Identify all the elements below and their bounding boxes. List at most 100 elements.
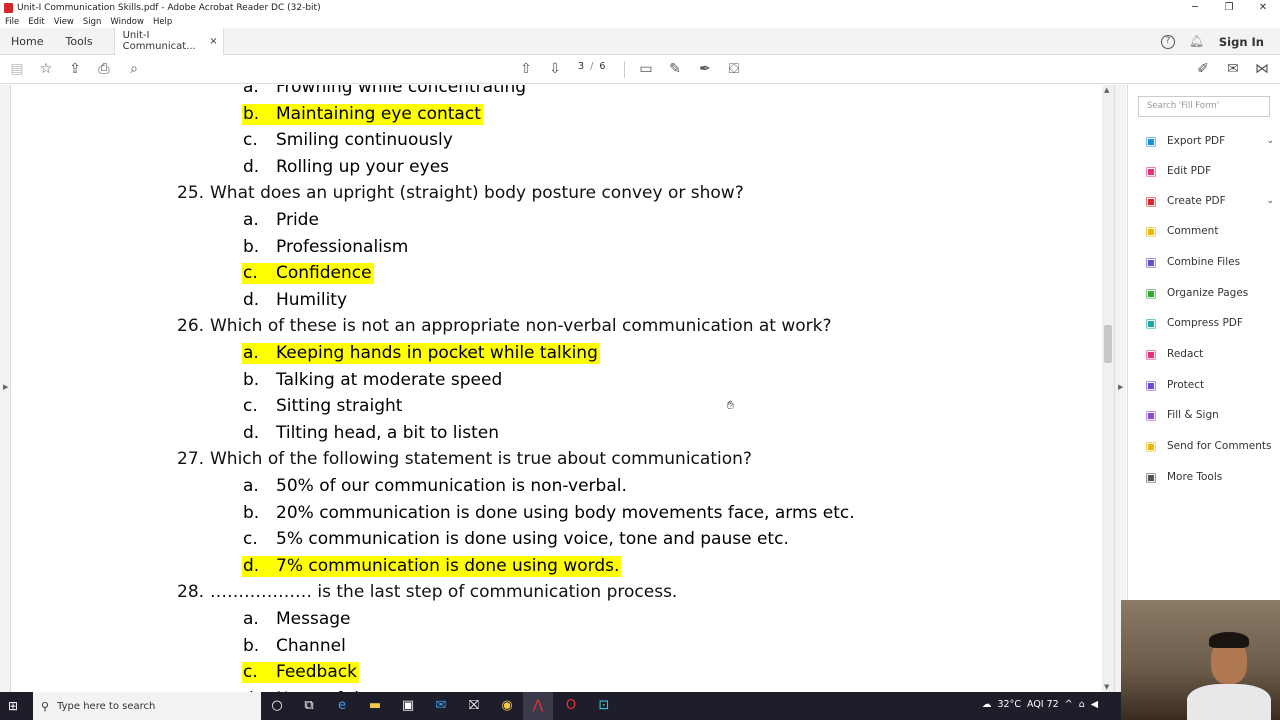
chevron-down-icon[interactable]: ⌄ (1266, 196, 1274, 206)
sign-in-button[interactable]: Sign In (1219, 35, 1264, 49)
comment-toolbar-icon[interactable]: ▭ (638, 61, 654, 77)
option-text-highlighted: Confidence (276, 263, 372, 284)
document-scrollbar[interactable]: ▲ ▼ (1102, 85, 1114, 692)
chevron-down-icon[interactable]: ⌄ (1266, 136, 1274, 146)
option-text: Smiling continuously (276, 130, 453, 151)
volume-icon[interactable]: ◀ (1091, 699, 1098, 710)
tool-fill-sign[interactable]: ▣ Fill & Sign (1144, 406, 1274, 424)
previous-page-icon[interactable]: ⇧ (518, 61, 534, 77)
close-tab-icon[interactable]: × (209, 36, 217, 47)
system-tray: ☁ 32°C AQI 72 ^ ⌂ ◀ (982, 699, 1104, 710)
tool-label: Send for Comments (1167, 440, 1272, 452)
tools-search-input[interactable]: Search 'Fill Form' (1138, 96, 1270, 117)
taskbar-search-placeholder: Type here to search (57, 700, 156, 712)
help-icon[interactable]: ? (1160, 34, 1175, 49)
file-explorer-icon[interactable]: ▬ (367, 698, 383, 714)
collapse-right-pane-icon[interactable]: ▶ (1118, 383, 1123, 391)
menu-help[interactable]: Help (153, 17, 172, 27)
tool-compress-pdf[interactable]: ▣ Compress PDF (1144, 314, 1274, 332)
option-letter: b. (243, 369, 260, 390)
scroll-down-icon[interactable]: ▼ (1104, 683, 1109, 691)
tool-redact[interactable]: ▣ Redact (1144, 345, 1274, 363)
option-text: Sitting straight (276, 396, 403, 417)
opera-icon[interactable]: O (563, 698, 579, 714)
next-page-icon[interactable]: ⇩ (547, 61, 563, 77)
print-icon[interactable]: ⎙ (96, 61, 112, 77)
weather-temperature[interactable]: 32°C (998, 699, 1021, 710)
share-icon[interactable]: ⋈ (1254, 61, 1270, 77)
chrome-icon[interactable]: ◉ (499, 698, 515, 714)
network-icon[interactable]: ⌂ (1079, 699, 1085, 710)
option-text: Frowning while concentrating (276, 85, 527, 97)
highlight-pen-icon[interactable]: ✎ (667, 61, 683, 77)
question-text: Which of these is not an appropriate non… (210, 316, 832, 337)
app-icon[interactable]: ▣ (400, 698, 416, 714)
tray-chevron-icon[interactable]: ^ (1065, 699, 1073, 710)
acrobat-taskbar-icon[interactable]: ⋀ (530, 698, 546, 714)
scroll-up-icon[interactable]: ▲ (1104, 86, 1109, 94)
stamp-icon[interactable]: ⛋ (726, 61, 742, 77)
tool-label: Fill & Sign (1167, 409, 1219, 421)
option-letter: c. (243, 263, 258, 284)
zoom-search-icon[interactable]: ⌕ (126, 61, 142, 77)
tool-more-tools[interactable]: ▣ More Tools (1144, 468, 1274, 486)
windows-start-icon[interactable]: ⊞ (8, 700, 20, 712)
mail-icon[interactable]: ✉ (1225, 61, 1241, 77)
compress-pdf-icon: ▣ (1145, 315, 1157, 330)
close-window-button[interactable]: ✕ (1246, 0, 1280, 15)
edit-pdf-icon: ▣ (1145, 163, 1157, 178)
tool-comment[interactable]: ▣ Comment (1144, 222, 1274, 240)
scrollbar-thumb[interactable] (1104, 325, 1112, 363)
weather-cloud-icon[interactable]: ☁ (982, 699, 992, 710)
toolbar: ▤ ☆ ⇪ ⎙ ⌕ ⇧ ⇩ 3 / 6 ▭ ✎ ✒ ⛋ ✐ ✉ ⋈ (0, 55, 1280, 84)
menu-bar: File Edit View Sign Window Help (0, 15, 1280, 28)
tool-create-pdf[interactable]: ▣ Create PDF ⌄ (1144, 192, 1274, 210)
tool-organize-pages[interactable]: ▣ Organize Pages (1144, 284, 1274, 302)
save-icon[interactable]: ▤ (9, 61, 25, 77)
menu-view[interactable]: View (54, 17, 74, 27)
store-icon[interactable]: ⛝ (466, 698, 482, 714)
tool-export-pdf[interactable]: ▣ Export PDF ⌄ (1144, 132, 1274, 150)
page-current[interactable]: 3 (578, 61, 584, 72)
page-indicator[interactable]: 3 / 6 (578, 61, 605, 72)
maximize-button[interactable]: ❐ (1212, 0, 1246, 15)
bell-icon[interactable]: 🔔︎ (1189, 35, 1204, 48)
tab-tools[interactable]: Tools (54, 28, 103, 55)
question-text: Which of the following statement is true… (210, 449, 752, 470)
option-text: Rolling up your eyes (276, 156, 450, 177)
upload-icon[interactable]: ⇪ (67, 61, 83, 77)
star-icon[interactable]: ☆ (38, 61, 54, 77)
presenter-hair (1209, 632, 1249, 648)
edge-icon[interactable]: e (334, 698, 350, 714)
tool-combine-files[interactable]: ▣ Combine Files (1144, 253, 1274, 271)
cortana-icon[interactable]: ○ (269, 698, 285, 714)
taskbar-search[interactable]: ⚲ Type here to search (33, 692, 261, 720)
option-letter: d. (243, 289, 260, 310)
minimize-button[interactable]: ─ (1178, 0, 1212, 15)
weather-aqi[interactable]: AQI 72 (1027, 699, 1059, 710)
tool-send-for-comments[interactable]: ▣ Send for Comments (1144, 437, 1274, 455)
tab-document-label: Unit-I Communicat... (122, 30, 196, 52)
tab-home[interactable]: Home (0, 28, 54, 55)
tool-protect[interactable]: ▣ Protect (1144, 376, 1274, 394)
tool-label: Comment (1167, 225, 1219, 237)
document-view[interactable]: a. Frowning while concentrating b. Maintain… (12, 85, 1102, 692)
mail-app-icon[interactable]: ✉ (433, 698, 449, 714)
tab-document[interactable]: Unit-I Communicat... × (113, 27, 224, 55)
menu-sign[interactable]: Sign (83, 17, 102, 27)
option-text-highlighted: Feedback (276, 662, 357, 683)
menu-edit[interactable]: Edit (28, 17, 44, 27)
expand-left-pane-icon[interactable]: ▶ (3, 383, 8, 391)
pen-edit-icon[interactable]: ✐ (1195, 61, 1211, 77)
presenter-shirt (1187, 684, 1271, 720)
export-pdf-icon: ▣ (1145, 133, 1157, 148)
tool-edit-pdf[interactable]: ▣ Edit PDF (1144, 162, 1274, 180)
screen-recorder-icon[interactable]: ⊡ (596, 698, 612, 714)
menu-window[interactable]: Window (110, 17, 144, 27)
windows-taskbar: ⊞ ⚲ Type here to search ○ ⧉ e ▬ ▣ ✉ ⛝ ◉ … (0, 692, 1121, 720)
more-tools-icon: ▣ (1145, 469, 1157, 484)
task-view-icon[interactable]: ⧉ (301, 698, 317, 714)
option-text: Humility (276, 289, 348, 310)
menu-file[interactable]: File (5, 17, 19, 27)
sign-pen-icon[interactable]: ✒ (697, 61, 713, 77)
